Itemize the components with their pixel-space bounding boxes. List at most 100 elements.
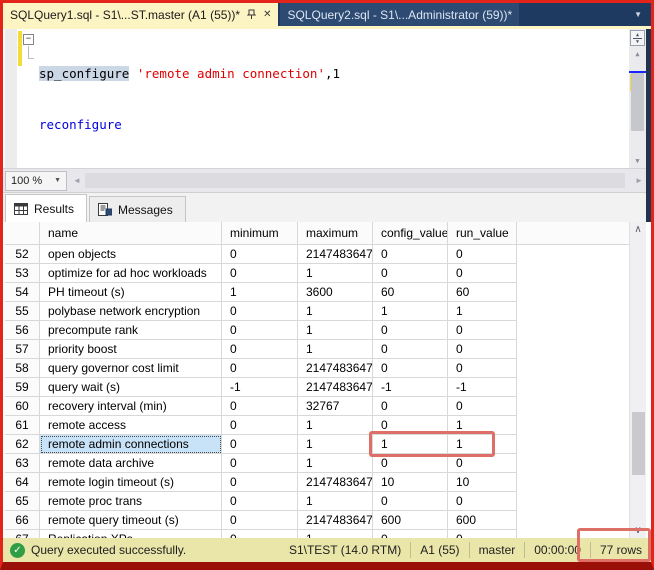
grid-cell-run_value[interactable]: 60 [448, 283, 517, 302]
grid-cell-name[interactable]: polybase network encryption [40, 302, 222, 321]
grid-cell-run_value[interactable]: 0 [448, 454, 517, 473]
grid-cell-minimum[interactable]: 0 [222, 359, 298, 378]
grid-cell-name[interactable]: precompute rank [40, 321, 222, 340]
grid-header-rownum[interactable] [5, 222, 40, 245]
grid-cell-config_value[interactable]: 0 [373, 340, 448, 359]
grid-cell-name[interactable]: Replication XPs [40, 530, 222, 538]
row-number-cell[interactable]: 55 [5, 302, 40, 321]
splitter-handle-icon[interactable]: ▲▼ [630, 30, 645, 46]
grid-cell-maximum[interactable]: 1 [298, 435, 373, 454]
grid-cell-run_value[interactable]: -1 [448, 378, 517, 397]
grid-cell-maximum[interactable]: 2147483647 [298, 245, 373, 264]
grid-cell-maximum[interactable]: 1 [298, 530, 373, 538]
editor-scrollbar-thumb[interactable] [631, 73, 644, 131]
collapse-region-icon[interactable]: − [23, 34, 34, 45]
grid-cell-minimum[interactable]: -1 [222, 378, 298, 397]
grid-cell-config_value[interactable]: 1 [373, 302, 448, 321]
tab-sqlquery1[interactable]: SQLQuery1.sql - S1\...ST.master (A1 (55)… [3, 3, 278, 26]
grid-cell-minimum[interactable]: 0 [222, 321, 298, 340]
scroll-down-icon[interactable]: ▼ [629, 156, 646, 166]
grid-cell-name[interactable]: query governor cost limit [40, 359, 222, 378]
row-number-cell[interactable]: 53 [5, 264, 40, 283]
grid-cell-run_value[interactable]: 0 [448, 264, 517, 283]
tab-messages[interactable]: Messages [89, 196, 186, 222]
grid-header-run_value[interactable]: run_value [448, 222, 517, 245]
tab-list-chevron-down-icon[interactable]: ▼ [634, 3, 651, 26]
editor-horizontal-scrollbar[interactable]: ◄ ► [71, 172, 645, 189]
scroll-up-icon[interactable]: ▲ [629, 49, 646, 59]
row-number-cell[interactable]: 58 [5, 359, 40, 378]
grid-header-name[interactable]: name [40, 222, 222, 245]
grid-cell-name[interactable]: PH timeout (s) [40, 283, 222, 302]
grid-cell-run_value[interactable]: 1 [448, 416, 517, 435]
grid-cell-config_value[interactable]: 0 [373, 530, 448, 538]
grid-cell-config_value[interactable]: 0 [373, 321, 448, 340]
row-number-cell[interactable]: 65 [5, 492, 40, 511]
grid-cell-minimum[interactable]: 0 [222, 435, 298, 454]
grid-cell-minimum[interactable]: 1 [222, 283, 298, 302]
row-number-cell[interactable]: 54 [5, 283, 40, 302]
grid-cell-config_value[interactable]: 1 [373, 435, 448, 454]
editor-vertical-scrollbar[interactable]: ▲▼ ▲ ▼ [629, 29, 646, 168]
row-number-cell[interactable]: 67 [5, 530, 40, 538]
grid-cell-maximum[interactable]: 3600 [298, 283, 373, 302]
grid-cell-maximum[interactable]: 1 [298, 492, 373, 511]
grid-header-maximum[interactable]: maximum [298, 222, 373, 245]
row-number-cell[interactable]: 62 [5, 435, 40, 454]
row-number-cell[interactable]: 66 [5, 511, 40, 530]
grid-cell-config_value[interactable]: -1 [373, 378, 448, 397]
row-number-cell[interactable]: 60 [5, 397, 40, 416]
grid-scroll-up-icon[interactable]: ∧ [630, 224, 646, 235]
row-number-cell[interactable]: 61 [5, 416, 40, 435]
grid-cell-maximum[interactable]: 1 [298, 416, 373, 435]
grid-cell-minimum[interactable]: 0 [222, 416, 298, 435]
grid-cell-maximum[interactable]: 1 [298, 321, 373, 340]
grid-cell-config_value[interactable]: 0 [373, 397, 448, 416]
grid-cell-run_value[interactable]: 10 [448, 473, 517, 492]
grid-cell-name[interactable]: remote admin connections [40, 435, 222, 454]
row-number-cell[interactable]: 52 [5, 245, 40, 264]
grid-cell-name[interactable]: remote data archive [40, 454, 222, 473]
grid-cell-maximum[interactable]: 2147483647 [298, 473, 373, 492]
grid-cell-run_value[interactable]: 0 [448, 530, 517, 538]
grid-cell-name[interactable]: open objects [40, 245, 222, 264]
grid-cell-run_value[interactable]: 0 [448, 321, 517, 340]
grid-cell-config_value[interactable]: 0 [373, 454, 448, 473]
tab-sqlquery2[interactable]: SQLQuery2.sql - S1\...Administrator (59)… [280, 3, 519, 26]
grid-header-config_value[interactable]: config_value [373, 222, 448, 245]
grid-cell-maximum[interactable]: 1 [298, 302, 373, 321]
grid-cell-minimum[interactable]: 0 [222, 264, 298, 283]
grid-vertical-scrollbar[interactable]: ∧ ∨ [629, 222, 646, 538]
grid-cell-maximum[interactable]: 32767 [298, 397, 373, 416]
grid-cell-config_value[interactable]: 60 [373, 283, 448, 302]
grid-cell-config_value[interactable]: 0 [373, 416, 448, 435]
grid-cell-minimum[interactable]: 0 [222, 530, 298, 538]
grid-cell-minimum[interactable]: 0 [222, 492, 298, 511]
grid-cell-minimum[interactable]: 0 [222, 302, 298, 321]
scroll-left-icon[interactable]: ◄ [71, 172, 83, 189]
grid-cell-name[interactable]: priority boost [40, 340, 222, 359]
grid-cell-config_value[interactable]: 0 [373, 245, 448, 264]
grid-cell-minimum[interactable]: 0 [222, 511, 298, 530]
grid-scrollbar-thumb[interactable] [632, 412, 645, 475]
grid-scroll-down-icon[interactable]: ∨ [630, 525, 646, 536]
grid-cell-run_value[interactable]: 0 [448, 492, 517, 511]
grid-cell-minimum[interactable]: 0 [222, 340, 298, 359]
grid-cell-config_value[interactable]: 10 [373, 473, 448, 492]
grid-cell-maximum[interactable]: 1 [298, 340, 373, 359]
scroll-right-icon[interactable]: ► [633, 172, 645, 189]
grid-cell-run_value[interactable]: 1 [448, 302, 517, 321]
grid-cell-maximum[interactable]: 1 [298, 264, 373, 283]
hscrollbar-thumb[interactable] [85, 173, 625, 188]
grid-cell-name[interactable]: optimize for ad hoc workloads [40, 264, 222, 283]
grid-cell-run_value[interactable]: 1 [448, 435, 517, 454]
grid-cell-run_value[interactable]: 0 [448, 397, 517, 416]
grid-cell-minimum[interactable]: 0 [222, 245, 298, 264]
grid-cell-name[interactable]: remote login timeout (s) [40, 473, 222, 492]
grid-cell-minimum[interactable]: 0 [222, 473, 298, 492]
grid-cell-name[interactable]: recovery interval (min) [40, 397, 222, 416]
pin-icon[interactable] [247, 9, 256, 20]
row-number-cell[interactable]: 64 [5, 473, 40, 492]
grid-cell-config_value[interactable]: 0 [373, 492, 448, 511]
grid-cell-maximum[interactable]: 2147483647 [298, 511, 373, 530]
